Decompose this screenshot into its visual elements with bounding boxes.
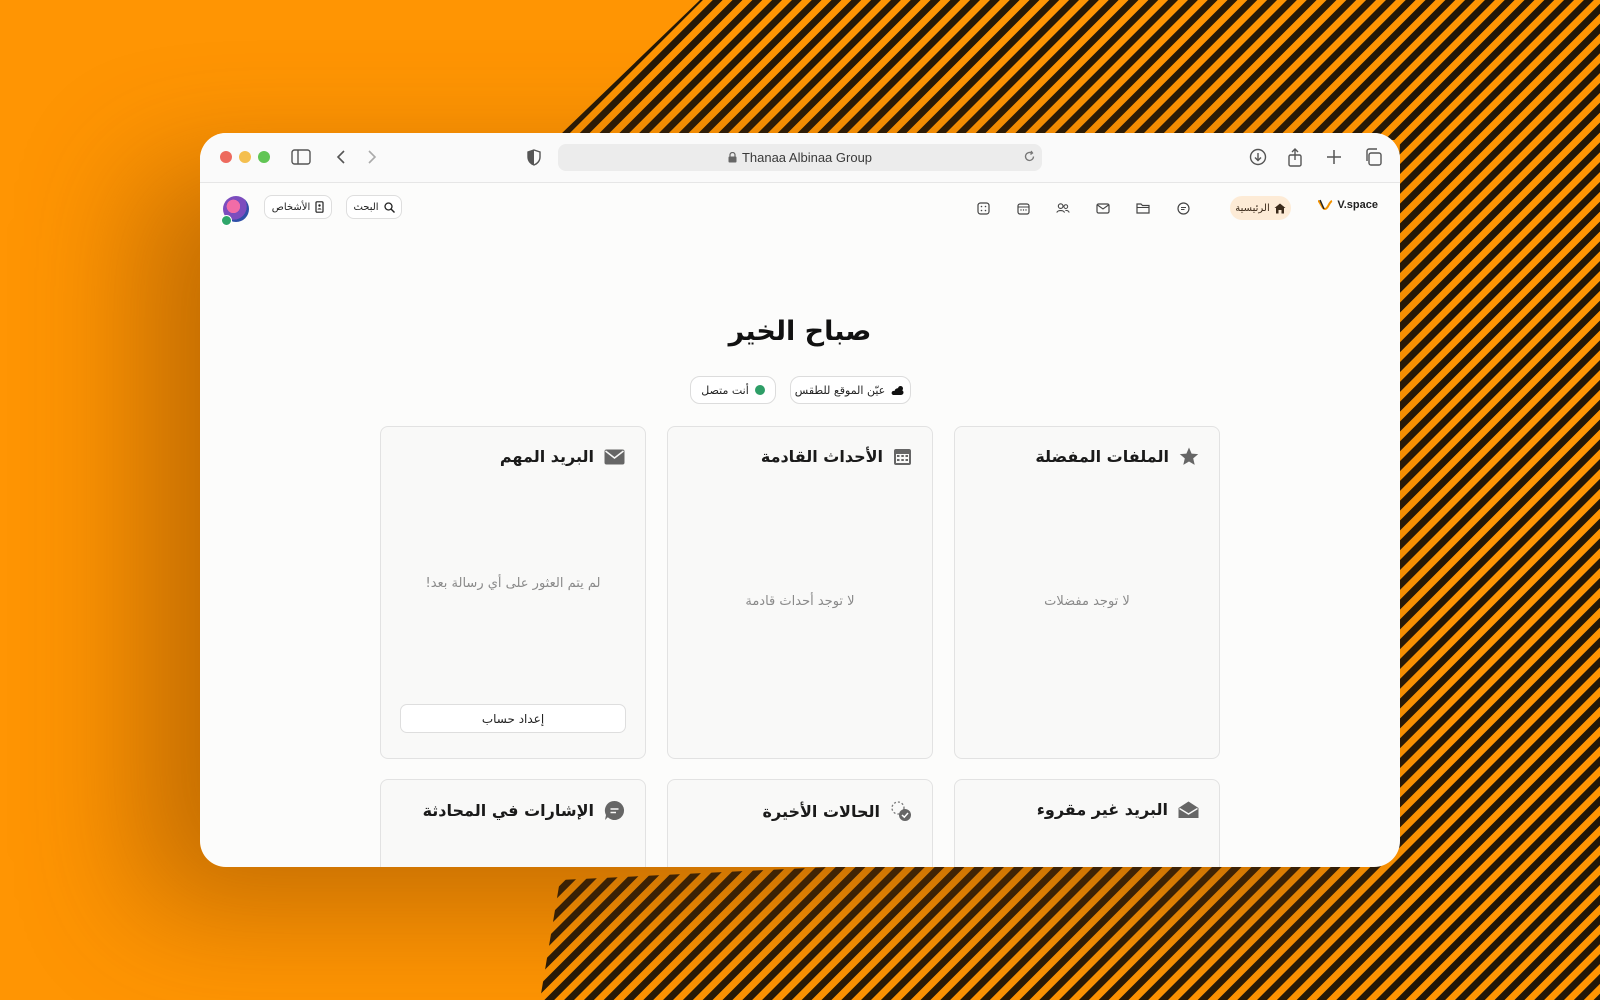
envelope-icon xyxy=(604,449,625,464)
browser-titlebar: Thanaa Albinaa Group xyxy=(200,133,1400,183)
logo-text: V.space xyxy=(1337,199,1378,211)
weather-chip-label: عيّن الموقع للطقس xyxy=(794,383,886,397)
setup-account-button[interactable]: إعداد حساب xyxy=(400,704,626,733)
status-chip-label: أنت متصل xyxy=(701,383,749,397)
close-window-button[interactable] xyxy=(220,151,232,163)
back-icon[interactable] xyxy=(330,146,352,168)
people-icon[interactable] xyxy=(1056,201,1070,215)
card-title: الحالات الأخيرة xyxy=(762,801,880,821)
card-header: الإشارات في المحادثة xyxy=(423,800,625,821)
forward-icon[interactable] xyxy=(361,146,383,168)
connection-status-chip: أنت متصل xyxy=(690,376,776,404)
empty-state-text: لا توجد مفضلات xyxy=(1044,594,1130,609)
minimize-window-button[interactable] xyxy=(239,151,251,163)
sidebar-toggle-icon[interactable] xyxy=(290,146,312,168)
app-logo[interactable]: V.space xyxy=(1317,199,1378,211)
status-check-icon xyxy=(891,801,911,821)
people-button[interactable]: الأشخاص xyxy=(264,195,332,219)
card-title: البريد غير مقروء xyxy=(1036,800,1168,819)
upcoming-events-card: الأحداث القادمة لا توجد أحداث قادمة xyxy=(667,426,933,759)
search-icon xyxy=(383,201,395,213)
open-envelope-icon xyxy=(1178,801,1199,818)
nav-home-label: الرئيسية xyxy=(1235,202,1270,214)
recent-statuses-card: الحالات الأخيرة xyxy=(667,779,933,867)
browser-window: Thanaa Albinaa Group V.space الرئيسية ال… xyxy=(200,133,1400,867)
search-button-label: البحث xyxy=(353,201,379,213)
share-icon[interactable] xyxy=(1284,146,1306,168)
address-bar-text: Thanaa Albinaa Group xyxy=(741,150,873,165)
search-button[interactable]: البحث xyxy=(346,195,402,219)
card-title: البريد المهم xyxy=(499,447,594,466)
chat-bubble-icon xyxy=(604,800,625,820)
people-button-label: الأشخاص xyxy=(271,201,311,213)
card-header: الملفات المفضلة xyxy=(1035,447,1199,466)
privacy-shield-icon[interactable] xyxy=(523,146,545,168)
app-header: V.space الرئيسية البحث الأشخاص xyxy=(200,183,1400,237)
new-tab-icon[interactable] xyxy=(1323,146,1345,168)
contacts-book-icon xyxy=(315,201,324,213)
empty-state-text: لم يتم العثور على أي رسالة بعد! xyxy=(425,576,601,591)
card-title: الملفات المفضلة xyxy=(1035,447,1169,466)
empty-state-text: لا توجد أحداث قادمة xyxy=(745,594,855,609)
weather-cloud-sun-icon xyxy=(891,385,904,395)
address-bar[interactable]: Thanaa Albinaa Group xyxy=(558,144,1042,171)
nav-home-tab[interactable]: الرئيسية xyxy=(1230,196,1291,220)
mail-icon[interactable] xyxy=(1096,201,1110,215)
card-header: البريد غير مقروء xyxy=(1037,800,1199,819)
chat-mentions-card: الإشارات في المحادثة xyxy=(380,779,646,867)
card-header: الأحداث القادمة xyxy=(761,447,912,466)
lock-icon xyxy=(728,152,737,163)
important-mail-card: البريد المهم لم يتم العثور على أي رسالة … xyxy=(380,426,646,759)
unread-mail-card: البريد غير مقروء xyxy=(954,779,1220,867)
folder-icon[interactable] xyxy=(1136,201,1150,215)
download-icon[interactable] xyxy=(1247,146,1269,168)
weather-location-chip[interactable]: عيّن الموقع للطقس xyxy=(790,376,911,404)
chat-icon[interactable] xyxy=(1176,201,1190,215)
online-status-dot xyxy=(221,215,232,226)
logo-mark-icon xyxy=(1318,199,1333,211)
card-header: الحالات الأخيرة xyxy=(763,800,912,822)
star-icon xyxy=(1179,447,1199,465)
maximize-window-button[interactable] xyxy=(258,151,270,163)
greeting-title: صباح الخير xyxy=(728,316,872,347)
online-indicator xyxy=(754,385,765,395)
card-title: الأحداث القادمة xyxy=(760,447,883,466)
favorite-files-card: الملفات المفضلة لا توجد مفضلات xyxy=(954,426,1220,759)
home-icon xyxy=(1274,203,1286,213)
grid-icon[interactable] xyxy=(976,201,990,215)
card-title: الإشارات في المحادثة xyxy=(422,801,594,820)
reload-icon[interactable] xyxy=(1023,150,1036,166)
calendar-icon xyxy=(894,449,911,465)
calendar-icon[interactable] xyxy=(1016,201,1030,215)
tab-overview-icon[interactable] xyxy=(1362,146,1384,168)
card-header: البريد المهم xyxy=(500,447,625,466)
